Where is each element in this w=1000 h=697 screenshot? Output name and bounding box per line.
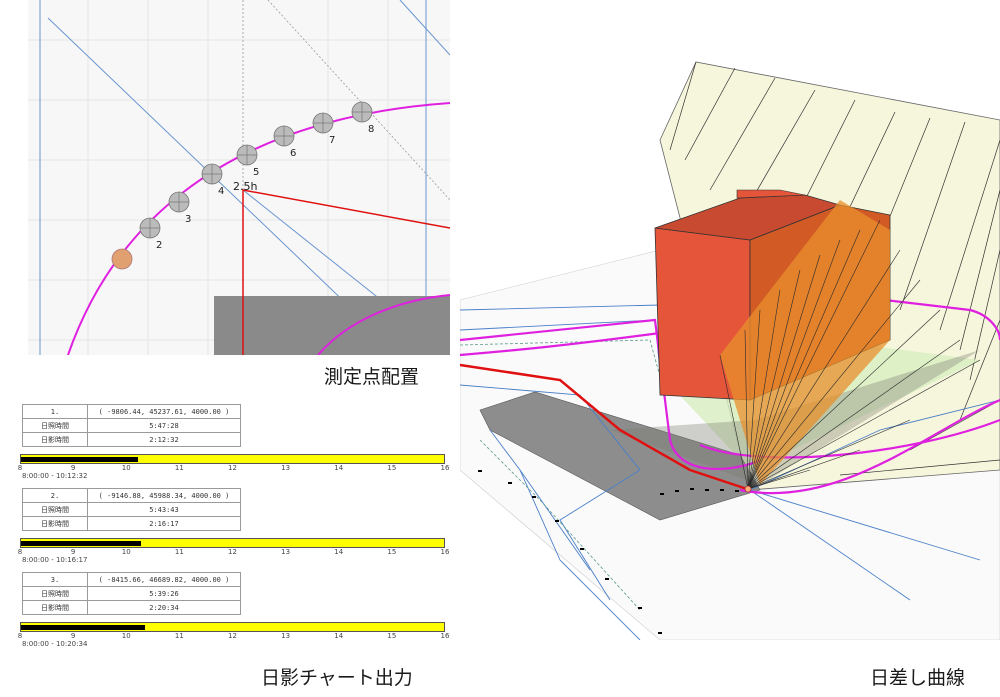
axis-tick-label: 14 <box>334 464 344 472</box>
axis-tick-label: 11 <box>174 464 184 472</box>
axis-tick-label: 9 <box>70 548 76 556</box>
caption-sun-curve: 日差し曲線 <box>870 667 966 689</box>
axis-tick-label: 15 <box>387 632 397 640</box>
axis-tick-label: 16 <box>440 632 450 640</box>
axis-tick-label: 14 <box>334 632 344 640</box>
measurement-point-label: 8 <box>368 124 374 135</box>
axis-tick-label: 15 <box>387 464 397 472</box>
axis-tick-label: 13 <box>281 632 291 640</box>
axis-tick-label: 10 <box>121 548 131 556</box>
shade-hours-label: 日影時間 <box>22 516 88 531</box>
axis-tick-label: 12 <box>228 548 237 556</box>
axis-tick-label: 16 <box>440 464 450 472</box>
sun-hours-value: 5:43:43 <box>87 502 241 517</box>
measurement-point-selected[interactable] <box>111 248 133 270</box>
shade-range-text: 8:00:00 - 10:16:17 <box>22 556 88 564</box>
shade-hours-label: 日影時間 <box>22 432 88 447</box>
axis-tick-label: 12 <box>228 464 237 472</box>
axis-tick-label: 13 <box>281 548 291 556</box>
axis-tick-label: 10 <box>121 632 131 640</box>
axis-tick-label: 8 <box>17 464 23 472</box>
axis-tick-label: 11 <box>174 632 184 640</box>
axis-tick-label: 8 <box>17 632 23 640</box>
shade-hours-label: 日影時間 <box>22 600 88 615</box>
measurement-point-label: 6 <box>290 148 296 159</box>
axis-tick-label: 9 <box>70 464 76 472</box>
record-index: 2. <box>22 488 88 503</box>
shade-hours-value: 2:16:17 <box>87 516 241 531</box>
axis-tick-label: 10 <box>121 464 131 472</box>
shade-bar-fill <box>21 541 142 546</box>
height-label: 2.5h <box>233 180 257 193</box>
shade-bar-fill <box>21 625 145 630</box>
measurement-point-label: 7 <box>329 135 335 146</box>
3d-canvas[interactable] <box>460 0 1000 640</box>
measurement-point-label: 5 <box>253 167 259 178</box>
measurement-point-label: 4 <box>218 186 224 197</box>
sun-curve-3d-view[interactable] <box>460 0 1000 640</box>
record-table: 3.( -8415.66, 46689.82, 4000.00 ) 日照時間 5:3… <box>22 572 241 615</box>
record-index: 1. <box>22 404 88 419</box>
shade-hours-value: 2:12:32 <box>87 432 241 447</box>
shade-range-text: 8:00:00 - 10:20:34 <box>22 640 88 648</box>
axis-tick-label: 16 <box>440 548 450 556</box>
axis-tick-label: 13 <box>281 464 291 472</box>
plan-view[interactable]: 2 3 4 5 6 7 8 2.5h <box>28 0 450 355</box>
shade-bar <box>20 538 445 548</box>
record-coord: ( -9146.88, 45988.34, 4000.00 ) <box>87 488 241 503</box>
record-coord: ( -9806.44, 45237.61, 4000.00 ) <box>87 404 241 419</box>
origin-point[interactable] <box>744 485 752 493</box>
shade-bar <box>20 622 445 632</box>
axis-tick-label: 12 <box>228 632 237 640</box>
shade-range-text: 8:00:00 - 10:12:32 <box>22 472 88 480</box>
shade-hours-value: 2:20:34 <box>87 600 241 615</box>
plan-canvas[interactable]: 2 3 4 5 6 7 8 2.5h <box>28 0 450 355</box>
axis-tick-label: 8 <box>17 548 23 556</box>
record-index: 3. <box>22 572 88 587</box>
sun-hours-label: 日照時間 <box>22 418 88 433</box>
caption-chart-output: 日影チャート出力 <box>261 667 413 689</box>
sun-hours-label: 日照時間 <box>22 586 88 601</box>
record-coord: ( -8415.66, 46689.82, 4000.00 ) <box>87 572 241 587</box>
record-table: 2.( -9146.88, 45988.34, 4000.00 ) 日照時間 5:4… <box>22 488 241 531</box>
record-table: 1.( -9806.44, 45237.61, 4000.00 ) 日照時間 5:4… <box>22 404 241 447</box>
measurement-point-label: 3 <box>185 214 191 225</box>
building-footprint <box>214 296 450 355</box>
sun-hours-value: 5:47:28 <box>87 418 241 433</box>
axis-tick-label: 14 <box>334 548 344 556</box>
axis-tick-label: 11 <box>174 548 184 556</box>
axis-tick-label: 15 <box>387 548 397 556</box>
sun-hours-value: 5:39:26 <box>87 586 241 601</box>
sun-hours-label: 日照時間 <box>22 502 88 517</box>
measurement-point-label: 2 <box>156 240 162 251</box>
shade-bar-fill <box>21 457 138 462</box>
axis-tick-label: 9 <box>70 632 76 640</box>
shade-bar <box>20 454 445 464</box>
caption-placement: 測定点配置 <box>324 366 420 388</box>
